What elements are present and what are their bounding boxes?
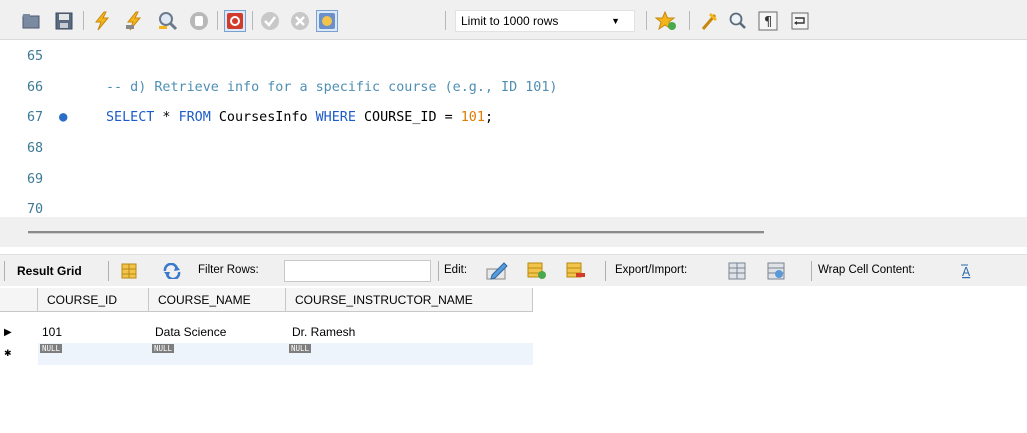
save-icon[interactable]: [53, 10, 75, 32]
column-header[interactable]: COURSE_ID: [38, 288, 149, 312]
table-cell[interactable]: Dr. Ramesh: [286, 320, 533, 344]
wrap-cell-content-label: Wrap Cell Content:: [818, 264, 915, 276]
scrollbar-shadow: [28, 233, 764, 234]
wrap-cell-toggle-icon[interactable]: A: [957, 260, 979, 282]
statement-marker-icon: ●: [59, 109, 68, 125]
stop-icon[interactable]: [188, 10, 210, 32]
find-icon[interactable]: [727, 10, 749, 32]
line-number: 66: [27, 80, 44, 95]
editor-line: 70: [0, 202, 1027, 217]
sql-keyword: SELECT: [106, 110, 155, 125]
line-number: 67: [27, 110, 44, 125]
sql-editor-toolbar: Limit to 1000 rows ▼ ¶: [0, 0, 1027, 40]
export-import-label: Export/Import:: [615, 264, 688, 276]
sql-text: CoursesInfo: [210, 110, 316, 125]
sql-number: 101: [460, 110, 485, 125]
null-badge: NULL: [289, 344, 312, 353]
autocommit-icon[interactable]: [316, 10, 338, 32]
editor-line-current: 67 ● SELECT * FROM CoursesInfo WHERE COU…: [0, 109, 1027, 130]
result-toolbar: Result Grid Filter Rows: Edit: Export/Im…: [0, 254, 1027, 286]
filter-rows-label: Filter Rows:: [198, 264, 259, 276]
line-number: 70: [27, 202, 44, 217]
new-row-cell[interactable]: NULL: [38, 343, 149, 365]
result-grid[interactable]: COURSE_ID COURSE_NAME COURSE_INSTRUCTOR_…: [0, 288, 1027, 433]
import-icon[interactable]: [766, 260, 788, 282]
grid-layout-icon[interactable]: [118, 260, 140, 282]
table-cell[interactable]: 101: [38, 320, 149, 344]
editor-line: 69: [0, 172, 1027, 192]
refresh-icon[interactable]: [161, 260, 183, 282]
edit-row-icon[interactable]: [486, 260, 508, 282]
editor-line: 65: [0, 49, 1027, 69]
invisible-chars-icon[interactable]: ¶: [757, 10, 779, 32]
column-header[interactable]: COURSE_INSTRUCTOR_NAME: [286, 288, 533, 312]
limit-rows-label: Limit to 1000 rows: [461, 14, 559, 28]
sql-editor[interactable]: 65 66 -- d) Retrieve info for a specific…: [0, 41, 1027, 217]
export-icon[interactable]: [727, 260, 749, 282]
beautify-star-icon[interactable]: [655, 10, 677, 32]
sql-keyword: FROM: [178, 110, 211, 125]
limit-rows-select[interactable]: Limit to 1000 rows ▼: [455, 10, 635, 32]
wrap-icon[interactable]: [789, 10, 811, 32]
null-badge: NULL: [152, 344, 175, 353]
clean-brush-icon[interactable]: [698, 10, 720, 32]
line-number: 69: [27, 172, 44, 187]
new-row-selector[interactable]: ✱: [0, 343, 38, 365]
sql-text: ;: [484, 110, 493, 125]
toggle-error-stop-icon[interactable]: [224, 10, 246, 32]
editor-line: 68: [0, 141, 1027, 161]
edit-label: Edit:: [444, 264, 468, 276]
svg-text:A: A: [962, 265, 971, 279]
null-badge: NULL: [40, 344, 63, 353]
editor-line: 66 -- d) Retrieve info for a specific co…: [0, 80, 1027, 100]
new-row-cell[interactable]: NULL: [286, 343, 533, 365]
column-header[interactable]: COURSE_NAME: [149, 288, 286, 312]
editor-horizontal-scrollbar[interactable]: [0, 217, 1027, 247]
new-row-icon: ✱: [4, 348, 12, 358]
explain-icon[interactable]: [157, 10, 179, 32]
sql-text: COURSE_ID =: [355, 110, 461, 125]
current-row-icon: ▶: [4, 326, 12, 338]
chevron-down-icon: ▼: [611, 16, 620, 26]
execute-icon[interactable]: [91, 10, 113, 32]
filter-rows-input[interactable]: [284, 260, 431, 282]
line-number: 68: [27, 141, 44, 156]
delete-row-icon[interactable]: [565, 260, 587, 282]
sql-keyword: WHERE: [315, 110, 356, 125]
insert-row-icon[interactable]: [526, 260, 548, 282]
grid-corner: [0, 288, 38, 312]
result-grid-tab[interactable]: Result Grid: [17, 264, 82, 278]
rollback-icon[interactable]: [289, 10, 311, 32]
open-folder-icon[interactable]: [20, 10, 42, 32]
sql-text: *: [154, 110, 179, 125]
new-row-cell[interactable]: NULL: [149, 343, 286, 365]
table-cell[interactable]: Data Science: [149, 320, 286, 344]
line-number: 65: [27, 49, 44, 64]
svg-text:¶: ¶: [764, 15, 772, 30]
sql-comment: -- d) Retrieve info for a specific cours…: [106, 80, 558, 95]
row-selector[interactable]: ▶: [0, 320, 38, 344]
commit-icon[interactable]: [259, 10, 281, 32]
sql-statement: SELECT * FROM CoursesInfo WHERE COURSE_I…: [106, 110, 493, 125]
execute-current-icon[interactable]: [123, 10, 145, 32]
